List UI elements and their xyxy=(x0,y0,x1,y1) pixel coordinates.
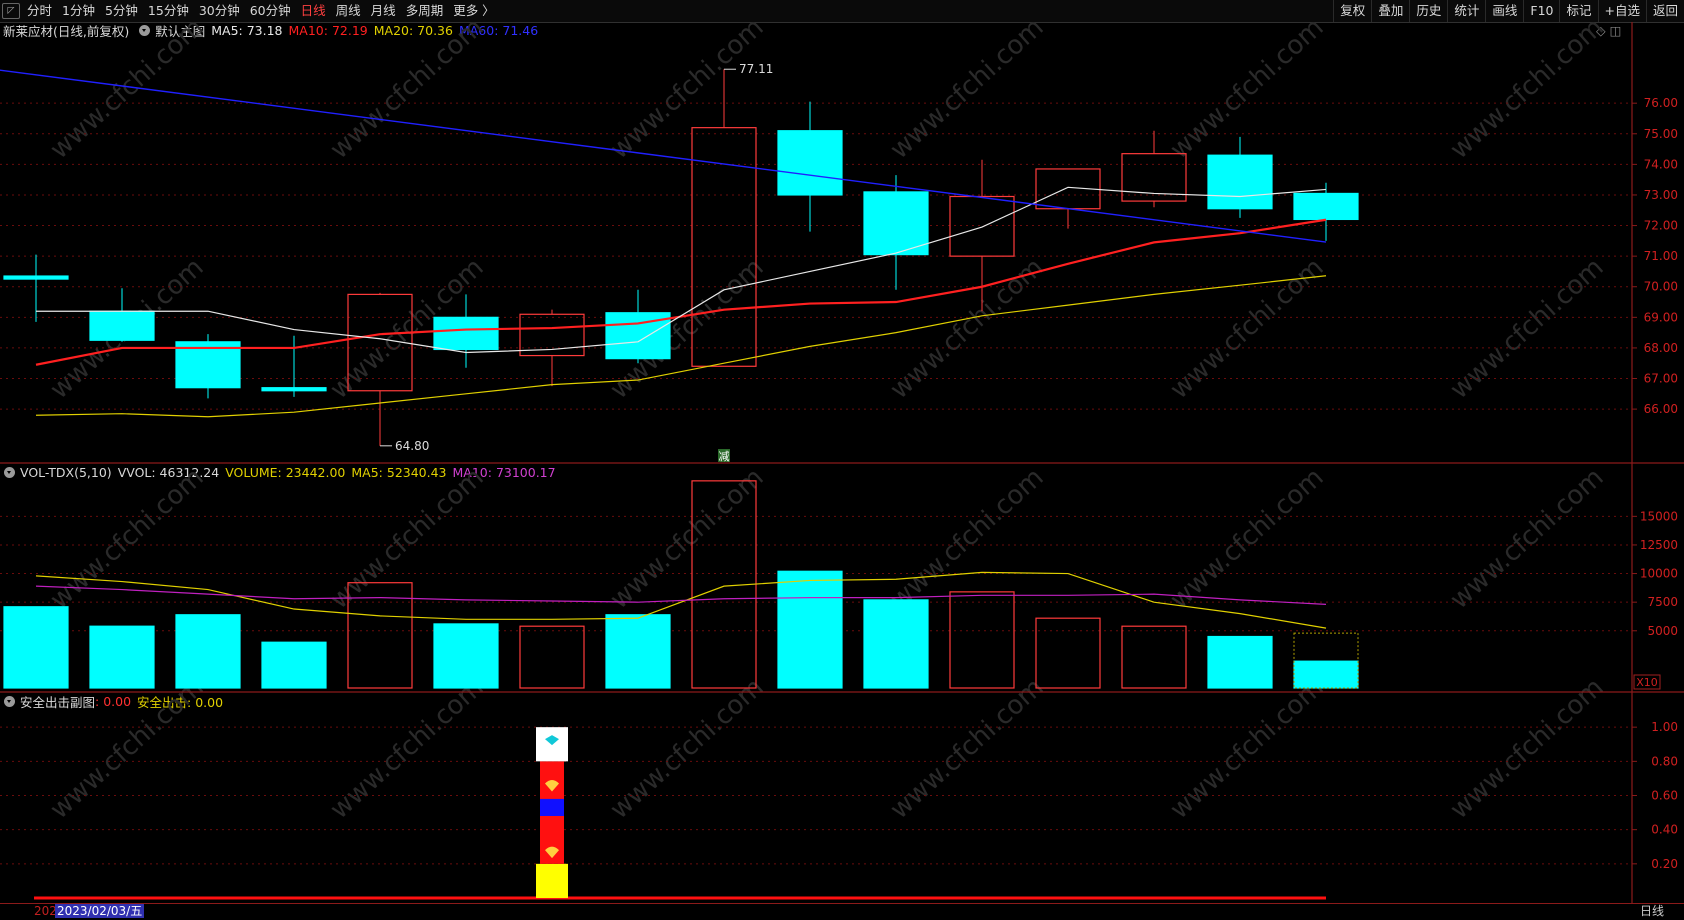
volume-bar-14 xyxy=(1207,635,1273,689)
candle-body-3 xyxy=(261,387,327,392)
signal-bottom-block xyxy=(536,863,568,898)
volume-bar-3 xyxy=(261,641,327,689)
event-marker: 减 xyxy=(719,450,730,463)
watermark-2: www.cfchi.com xyxy=(605,12,770,165)
watermark-18: www.cfchi.com xyxy=(45,672,210,825)
price-tick-label-7: 69.00 xyxy=(1644,310,1678,324)
volume-bar-12 xyxy=(1035,617,1101,689)
volume-tick-label-2: 10000 xyxy=(1640,567,1678,581)
volume-bar-9 xyxy=(777,570,843,689)
watermark-0: www.cfchi.com xyxy=(45,12,210,165)
volume-tick-label-3: 7500 xyxy=(1647,595,1678,609)
volume-unit-label: X10 xyxy=(1636,676,1658,689)
date-year-partial: 202 xyxy=(34,904,57,918)
sub-tick-label-0: 1.00 xyxy=(1651,720,1678,734)
cursor-date: 2023/02/03/五 xyxy=(55,904,145,918)
low-price-label: 64.80 xyxy=(395,439,429,453)
price-tick-label-6: 70.00 xyxy=(1644,280,1678,294)
watermark-3: www.cfchi.com xyxy=(885,12,1050,165)
candle-body-15 xyxy=(1293,192,1359,221)
watermark-19: www.cfchi.com xyxy=(325,672,490,825)
watermark-1: www.cfchi.com xyxy=(325,12,490,165)
price-tick-label-1: 75.00 xyxy=(1644,127,1678,141)
volume-tick-label-1: 12500 xyxy=(1640,538,1678,552)
volume-bar-2 xyxy=(175,614,241,689)
volume-bar-0 xyxy=(3,606,69,689)
price-chart[interactable]: 77.11 64.80 减 xyxy=(0,62,1359,463)
volume-bar-13 xyxy=(1121,625,1187,689)
watermark-12: www.cfchi.com xyxy=(45,462,210,615)
price-tick-label-9: 67.00 xyxy=(1644,372,1678,386)
candle-body-10 xyxy=(863,191,929,256)
volume-bar-1 xyxy=(89,625,155,689)
price-tick-label-0: 76.00 xyxy=(1644,96,1678,110)
candle-body-0 xyxy=(3,275,69,280)
volume-bar-6 xyxy=(519,625,585,689)
watermark-13: www.cfchi.com xyxy=(325,462,490,615)
sub-tick-label-4: 0.20 xyxy=(1651,857,1678,871)
price-tick-label-3: 73.00 xyxy=(1644,188,1678,202)
watermark-4: www.cfchi.com xyxy=(1165,12,1330,165)
volume-bar-5 xyxy=(433,623,499,689)
candle-body-1 xyxy=(89,310,155,341)
volume-bar-15 xyxy=(1293,660,1359,689)
chart-canvas[interactable]: www.cfchi.com www.cfchi.com www.cfchi.com w… xyxy=(0,0,1684,919)
watermark-14: www.cfchi.com xyxy=(605,462,770,615)
price-tick-label-4: 72.00 xyxy=(1644,219,1678,233)
volume-bar-7 xyxy=(605,614,671,689)
candle-body-5 xyxy=(433,316,499,351)
candle-body-11 xyxy=(949,195,1015,257)
price-tick-label-10: 66.00 xyxy=(1644,402,1678,416)
volume-tick-label-4: 5000 xyxy=(1647,624,1678,638)
time-axis-bar xyxy=(0,903,1684,920)
watermark-20: www.cfchi.com xyxy=(605,672,770,825)
price-tick-label-5: 71.00 xyxy=(1644,249,1678,263)
sub-tick-label-1: 0.80 xyxy=(1651,754,1678,768)
sub-tick-label-2: 0.60 xyxy=(1651,789,1678,803)
watermark-17: www.cfchi.com xyxy=(1445,462,1610,615)
high-price-label: 77.11 xyxy=(739,62,773,76)
volume-bar-10 xyxy=(863,599,929,689)
volume-tick-label-0: 15000 xyxy=(1640,509,1678,523)
candle-body-14 xyxy=(1207,154,1273,210)
period-indicator[interactable]: 日线 xyxy=(1640,904,1664,918)
volume-bar-11 xyxy=(949,591,1015,689)
sub-tick-label-3: 0.40 xyxy=(1651,823,1678,837)
watermark-22: www.cfchi.com xyxy=(1165,672,1330,825)
watermark-23: www.cfchi.com xyxy=(1445,672,1610,825)
price-tick-label-8: 68.00 xyxy=(1644,341,1678,355)
volume-chart[interactable] xyxy=(3,480,1359,689)
candle-body-9 xyxy=(777,130,843,196)
price-axis: 76.00 75.00 74.00 73.00 72.00 71.00 70.00 69.00… xyxy=(1632,96,1678,871)
watermark-16: www.cfchi.com xyxy=(1165,462,1330,615)
watermark-5: www.cfchi.com xyxy=(1445,12,1610,165)
watermark-21: www.cfchi.com xyxy=(885,672,1050,825)
watermark-10: www.cfchi.com xyxy=(1165,252,1330,405)
watermark-11: www.cfchi.com xyxy=(1445,252,1610,405)
signal-blue-block xyxy=(540,798,564,816)
price-tick-label-2: 74.00 xyxy=(1644,157,1678,171)
